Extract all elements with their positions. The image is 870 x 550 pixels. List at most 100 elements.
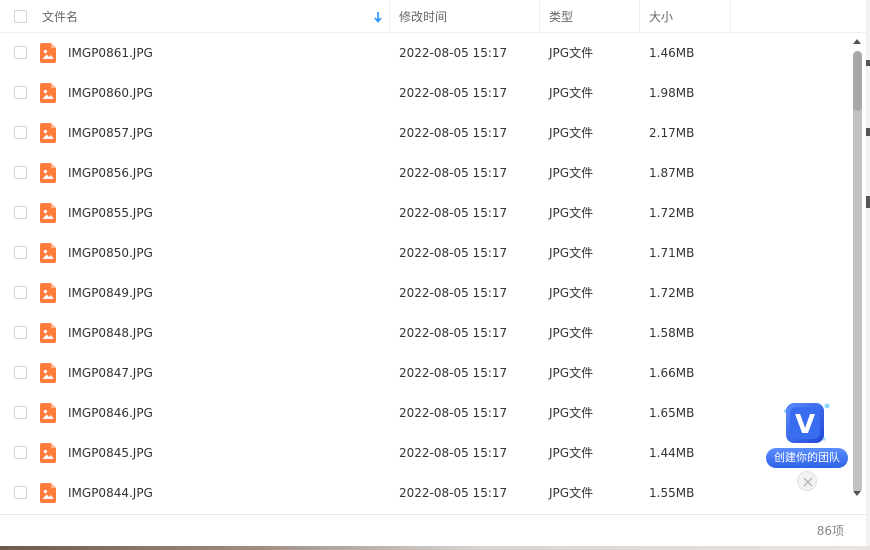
- team-v-logo-icon[interactable]: V: [780, 397, 832, 447]
- window-edge: [866, 0, 870, 550]
- scrollbar-track[interactable]: [853, 51, 862, 493]
- table-row[interactable]: IMGP0849.JPG 2022-08-05 15:17 JPG文件 1.72MB: [0, 273, 850, 313]
- file-modified-time: 2022-08-05 15:17: [399, 86, 508, 100]
- close-widget-button[interactable]: [797, 471, 817, 491]
- table-row[interactable]: IMGP0860.JPG 2022-08-05 15:17 JPG文件 1.98MB: [0, 73, 850, 113]
- image-file-icon: [40, 483, 56, 503]
- vertical-scrollbar[interactable]: [851, 37, 863, 498]
- table-row[interactable]: IMGP0846.JPG 2022-08-05 15:17 JPG文件 1.65MB: [0, 393, 850, 433]
- file-name[interactable]: IMGP0850.JPG: [68, 233, 153, 273]
- team-logo-letter: V: [795, 410, 815, 440]
- file-name[interactable]: IMGP0855.JPG: [68, 193, 153, 233]
- file-modified-time: 2022-08-05 15:17: [399, 46, 508, 60]
- close-icon: [803, 477, 813, 487]
- image-file-icon: [40, 443, 56, 463]
- row-checkbox[interactable]: [14, 86, 27, 99]
- file-type: JPG文件: [549, 486, 594, 500]
- column-header-type-label: 类型: [549, 10, 574, 24]
- file-name[interactable]: IMGP0856.JPG: [68, 153, 153, 193]
- file-modified-time: 2022-08-05 15:17: [399, 286, 508, 300]
- row-checkbox[interactable]: [14, 206, 27, 219]
- row-checkbox[interactable]: [14, 486, 27, 499]
- file-type: JPG文件: [549, 406, 594, 420]
- column-header-modified[interactable]: 修改时间: [390, 0, 540, 33]
- create-team-widget[interactable]: V 创建你的团队: [766, 393, 850, 493]
- column-header-type[interactable]: 类型: [540, 0, 640, 33]
- row-checkbox[interactable]: [14, 126, 27, 139]
- file-type: JPG文件: [549, 46, 594, 60]
- table-row[interactable]: IMGP0857.JPG 2022-08-05 15:17 JPG文件 2.17MB: [0, 113, 850, 153]
- file-modified-time: 2022-08-05 15:17: [399, 246, 508, 260]
- table-row[interactable]: IMGP0845.JPG 2022-08-05 15:17 JPG文件 1.44MB: [0, 433, 850, 473]
- file-type: JPG文件: [549, 206, 594, 220]
- image-file-icon: [40, 203, 56, 223]
- file-type: JPG文件: [549, 126, 594, 140]
- file-name[interactable]: IMGP0857.JPG: [68, 113, 153, 153]
- image-file-icon: [40, 163, 56, 183]
- file-list-table: 文件名 修改时间 类型 大小 IMGP0861.JPG 2022-08-05 15…: [0, 0, 866, 514]
- file-modified-time: 2022-08-05 15:17: [399, 326, 508, 340]
- file-modified-time: 2022-08-05 15:17: [399, 406, 508, 420]
- file-name[interactable]: IMGP0845.JPG: [68, 433, 153, 473]
- column-header-size[interactable]: 大小: [640, 0, 731, 33]
- table-row[interactable]: IMGP0847.JPG 2022-08-05 15:17 JPG文件 1.66MB: [0, 353, 850, 393]
- scroll-down-arrow-icon[interactable]: [853, 491, 861, 496]
- column-header-name[interactable]: 文件名: [0, 0, 390, 33]
- edge-mark: [866, 128, 870, 136]
- file-type: JPG文件: [549, 366, 594, 380]
- sort-down-arrow-icon[interactable]: [373, 11, 383, 23]
- file-size: 1.72MB: [649, 206, 695, 220]
- column-header-modified-label: 修改时间: [399, 10, 448, 24]
- file-name[interactable]: IMGP0844.JPG: [68, 473, 153, 513]
- file-name[interactable]: IMGP0849.JPG: [68, 273, 153, 313]
- file-size: 1.71MB: [649, 246, 695, 260]
- file-name[interactable]: IMGP0861.JPG: [68, 33, 153, 73]
- file-modified-time: 2022-08-05 15:17: [399, 366, 508, 380]
- row-checkbox[interactable]: [14, 326, 27, 339]
- file-size: 1.44MB: [649, 446, 695, 460]
- file-size: 1.46MB: [649, 46, 695, 60]
- image-file-icon: [40, 403, 56, 423]
- file-size: 1.72MB: [649, 286, 695, 300]
- file-name[interactable]: IMGP0848.JPG: [68, 313, 153, 353]
- row-checkbox[interactable]: [14, 406, 27, 419]
- table-row[interactable]: IMGP0861.JPG 2022-08-05 15:17 JPG文件 1.46MB: [0, 33, 850, 73]
- file-modified-time: 2022-08-05 15:17: [399, 446, 508, 460]
- item-count: 86项: [816, 524, 844, 538]
- scroll-up-arrow-icon[interactable]: [853, 39, 861, 44]
- row-checkbox[interactable]: [14, 446, 27, 459]
- table-row[interactable]: IMGP0850.JPG 2022-08-05 15:17 JPG文件 1.71MB: [0, 233, 850, 273]
- file-size: 1.58MB: [649, 326, 695, 340]
- row-checkbox[interactable]: [14, 286, 27, 299]
- row-checkbox[interactable]: [14, 246, 27, 259]
- file-modified-time: 2022-08-05 15:17: [399, 126, 508, 140]
- file-type: JPG文件: [549, 166, 594, 180]
- file-type: JPG文件: [549, 326, 594, 340]
- file-size: 1.55MB: [649, 486, 695, 500]
- create-team-button[interactable]: 创建你的团队: [766, 448, 848, 468]
- file-type: JPG文件: [549, 446, 594, 460]
- column-header-filler: [731, 0, 866, 33]
- column-header-size-label: 大小: [649, 10, 674, 24]
- image-file-icon: [40, 123, 56, 143]
- scrollbar-thumb[interactable]: [853, 51, 862, 111]
- image-file-icon: [40, 43, 56, 63]
- file-type: JPG文件: [549, 246, 594, 260]
- file-modified-time: 2022-08-05 15:17: [399, 486, 508, 500]
- row-checkbox[interactable]: [14, 166, 27, 179]
- file-name[interactable]: IMGP0847.JPG: [68, 353, 153, 393]
- file-name[interactable]: IMGP0860.JPG: [68, 73, 153, 113]
- row-checkbox[interactable]: [14, 366, 27, 379]
- file-name[interactable]: IMGP0846.JPG: [68, 393, 153, 433]
- table-row[interactable]: IMGP0844.JPG 2022-08-05 15:17 JPG文件 1.55MB: [0, 473, 850, 513]
- file-size: 2.17MB: [649, 126, 695, 140]
- column-header-name-label: 文件名: [42, 10, 79, 24]
- row-checkbox[interactable]: [14, 46, 27, 59]
- image-file-icon: [40, 363, 56, 383]
- table-row[interactable]: IMGP0856.JPG 2022-08-05 15:17 JPG文件 1.87MB: [0, 153, 850, 193]
- file-modified-time: 2022-08-05 15:17: [399, 166, 508, 180]
- file-type: JPG文件: [549, 286, 594, 300]
- file-size: 1.87MB: [649, 166, 695, 180]
- table-row[interactable]: IMGP0855.JPG 2022-08-05 15:17 JPG文件 1.72MB: [0, 193, 850, 233]
- table-row[interactable]: IMGP0848.JPG 2022-08-05 15:17 JPG文件 1.58MB: [0, 313, 850, 353]
